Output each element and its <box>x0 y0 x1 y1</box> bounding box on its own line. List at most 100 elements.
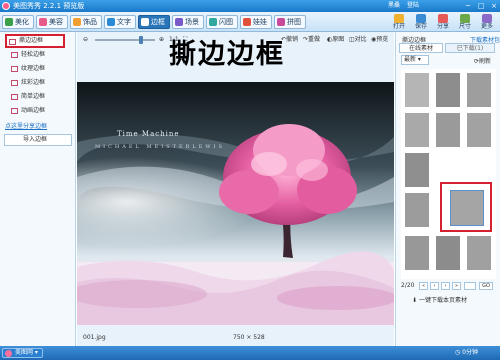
zoom-out-icon[interactable]: ⊖ <box>83 35 88 45</box>
share-frame-link[interactable]: 点这里分享边框 <box>5 121 47 130</box>
taskbar: 美图网 ▾ ◷ 0分钟 <box>0 346 500 360</box>
next-page-button[interactable]: › <box>441 282 450 290</box>
redo-button[interactable]: ↷重做 <box>303 35 320 45</box>
category-texture[interactable]: 纹理边框 <box>9 63 69 75</box>
app-logo-icon <box>2 2 10 10</box>
frame-category-icon <box>11 94 18 100</box>
share-icon <box>438 14 448 23</box>
username-link[interactable]: 黑桑 <box>388 2 400 9</box>
frame-thumbnail-image <box>436 236 460 270</box>
frame-thumbnail-image <box>436 113 460 147</box>
accessories-icon <box>73 18 81 26</box>
page-indicator: 2/20 <box>401 282 415 289</box>
tab-text[interactable]: 文字 <box>104 15 136 29</box>
frame-thumbnail-image <box>405 193 429 227</box>
image-info-bar: 001.jpg 750 × 528 <box>77 332 394 344</box>
doll-icon <box>243 18 251 26</box>
tab-downloaded-materials[interactable]: 已下载(1) <box>445 43 495 53</box>
category-torn-edge[interactable]: 撕边边框 <box>5 34 65 48</box>
original-button[interactable]: ◐原图 <box>327 35 344 45</box>
last-page-button[interactable]: » <box>452 282 461 290</box>
category-colorful[interactable]: 炫彩边框 <box>9 77 69 89</box>
refresh-button[interactable]: ⟳刷新 <box>474 56 491 65</box>
frame-thumbnail[interactable] <box>403 151 431 189</box>
tab-online-materials[interactable]: 在线素材 <box>399 43 443 53</box>
frame-thumbnail-image <box>405 236 429 270</box>
frame-thumbnail-image <box>405 153 429 187</box>
tab-accessories[interactable]: 饰品 <box>70 15 102 29</box>
frame-icon <box>141 18 149 26</box>
more-button[interactable]: 更多 <box>476 14 498 31</box>
frame-category-icon <box>9 39 16 45</box>
tab-flash[interactable]: 闪图 <box>206 15 238 29</box>
tab-doll[interactable]: 娃娃 <box>240 15 272 29</box>
frame-thumbnail[interactable] <box>403 234 431 272</box>
frame-category-icon <box>11 66 18 72</box>
tray-label: 0分钟 <box>462 349 478 356</box>
category-simple[interactable]: 简单边框 <box>9 91 69 103</box>
zoom-in-icon[interactable]: ⊕ <box>159 35 164 45</box>
more-icon <box>482 14 492 23</box>
save-icon <box>416 14 426 23</box>
frame-thumbnail[interactable] <box>403 191 431 229</box>
minimize-button[interactable]: ─ <box>463 2 473 10</box>
canvas-area: ⊖ ⊕ 1:1 ⛶ ↶撤销 ↷重做 ◐原图 ◫对比 ◉预览 撕边边框 Time … <box>77 32 394 346</box>
frame-thumbnail-selected[interactable] <box>440 182 492 232</box>
frame-thumbnail[interactable] <box>434 234 462 272</box>
share-button[interactable]: 分享 <box>432 14 454 31</box>
image-dimensions: 750 × 528 <box>233 334 265 341</box>
frame-category-title: 撕边边框 <box>169 39 285 70</box>
frame-thumbnail[interactable] <box>434 71 462 109</box>
open-button[interactable]: 打开 <box>388 14 410 31</box>
category-light[interactable]: 轻松边框 <box>9 49 69 61</box>
main-toolbar: 美化 美容 饰品 文字 边框 场景 闪图 娃娃 拼图 打开 保存 分享 尺寸 更… <box>0 12 500 32</box>
photo-subcaption: MICHAEL MEISTERLEWIS <box>95 144 225 150</box>
meitu-start-button[interactable]: 美图网 ▾ <box>2 348 43 358</box>
preview-button[interactable]: ◉预览 <box>371 35 388 45</box>
compare-button[interactable]: ◫对比 <box>349 35 367 45</box>
frame-thumbnail-grid <box>401 69 496 279</box>
frame-thumbnail-image <box>467 73 491 107</box>
frame-thumbnail[interactable] <box>403 111 431 149</box>
prev-page-button[interactable]: ‹ <box>430 282 439 290</box>
frame-thumbnail[interactable] <box>434 111 462 149</box>
tab-scene[interactable]: 场景 <box>172 15 204 29</box>
frame-thumbnail-image <box>467 236 491 270</box>
photo-caption: Time Machine <box>117 130 180 138</box>
material-pager: 2/20 « ‹ › » GO <box>401 281 496 291</box>
clock-icon: ◷ <box>455 349 461 356</box>
frame-thumbnail[interactable] <box>465 111 493 149</box>
frame-thumbnail[interactable] <box>465 234 493 272</box>
resize-icon <box>460 14 470 23</box>
download-page-button[interactable]: ⬇ 一键下载本页素材 <box>412 295 492 306</box>
save-button[interactable]: 保存 <box>410 14 432 31</box>
beauty-icon <box>39 18 47 26</box>
tab-collage[interactable]: 拼图 <box>274 15 306 29</box>
window-title: 美图秀秀 2.2.1 预览版 <box>13 2 85 10</box>
user-area: 黑桑 登陆 <box>388 2 424 10</box>
tab-beautify[interactable]: 美化 <box>2 15 34 29</box>
sort-select[interactable]: 最新 ▾ <box>401 55 429 65</box>
zoom-slider-knob[interactable] <box>139 36 143 44</box>
frame-material-panel: 撕边边框 下载素材包 在线素材 已下载(1) 最新 ▾ ⟳刷新 2/20 « ‹… <box>395 32 500 346</box>
tab-frame[interactable]: 边框 <box>138 15 170 29</box>
close-button[interactable]: × <box>489 2 499 10</box>
go-page-button[interactable]: GO <box>479 282 493 290</box>
frame-thumbnail-image <box>405 113 429 147</box>
frame-thumbnail[interactable] <box>403 71 431 109</box>
category-animated[interactable]: 动画边框 <box>9 105 69 117</box>
frame-category-icon <box>11 52 18 58</box>
login-link[interactable]: 登陆 <box>407 2 419 9</box>
photo-canvas[interactable]: Time Machine MICHAEL MEISTERLEWIS <box>77 82 394 325</box>
zoom-slider[interactable] <box>95 36 155 44</box>
page-number-input[interactable] <box>464 282 476 290</box>
photo-artwork <box>77 82 394 325</box>
size-button[interactable]: 尺寸 <box>454 14 476 31</box>
maximize-button[interactable]: □ <box>476 2 486 10</box>
tab-beauty[interactable]: 美容 <box>36 15 68 29</box>
frame-thumbnail-image <box>405 73 429 107</box>
first-page-button[interactable]: « <box>419 282 428 290</box>
import-frame-button[interactable]: 导入边框 <box>4 134 72 146</box>
flash-icon <box>209 18 217 26</box>
frame-thumbnail[interactable] <box>465 71 493 109</box>
